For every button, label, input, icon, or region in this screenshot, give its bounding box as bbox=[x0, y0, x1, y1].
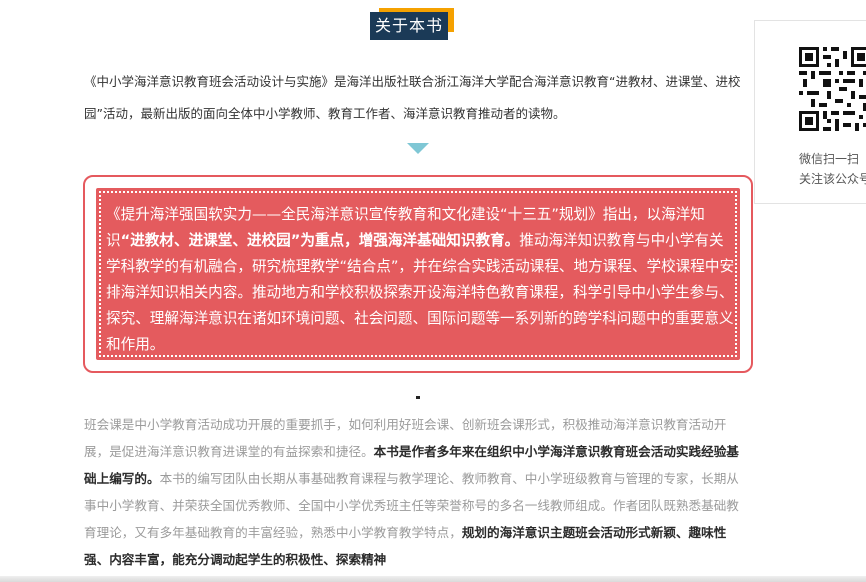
body-paragraph: 班会课是中小学教育活动成功开展的重要抓手，如何利用好班会课、创新班会课形式，积极… bbox=[84, 411, 748, 573]
quote-callout-fill: 《提升海洋强国软实力——全民海洋意识宣传教育和文化建设“十三五”规划》指出，以海… bbox=[96, 188, 740, 360]
bottom-scroll-edge bbox=[0, 576, 866, 582]
section-title-badge: 关于本书 bbox=[370, 8, 454, 41]
quote-callout-text: 《提升海洋强国软实力——全民海洋意识宣传教育和文化建设“十三五”规划》指出，以海… bbox=[106, 202, 736, 358]
qr-caption-line1: 微信扫一扫 bbox=[799, 152, 860, 166]
qr-code-icon[interactable] bbox=[797, 45, 866, 133]
quote-text-bold: “进教材、进课堂、进校园”为重点，增强海洋基础知识教育。 bbox=[120, 232, 520, 249]
qr-caption: 微信扫一扫 关注该公众号 bbox=[799, 149, 866, 189]
quote-callout: 《提升海洋强国软实力——全民海洋意识宣传教育和文化建设“十三五”规划》指出，以海… bbox=[83, 175, 753, 373]
qr-follow-panel[interactable]: 微信扫一扫 关注该公众号 bbox=[754, 20, 866, 204]
intro-paragraph: 《中小学海洋意识教育班会活动设计与实施》是海洋出版社联合浙江海洋大学配合海洋意识… bbox=[84, 74, 741, 121]
down-arrow-icon bbox=[407, 143, 429, 154]
section-title: 关于本书 bbox=[370, 12, 448, 40]
divider-dot bbox=[416, 396, 420, 399]
qr-caption-line2: 关注该公众号 bbox=[799, 172, 866, 186]
quote-text-part2: 推动海洋知识教育与中小学有关学科教学的有机融合，研究梳理教学“结合点”，并在综合… bbox=[106, 232, 735, 353]
